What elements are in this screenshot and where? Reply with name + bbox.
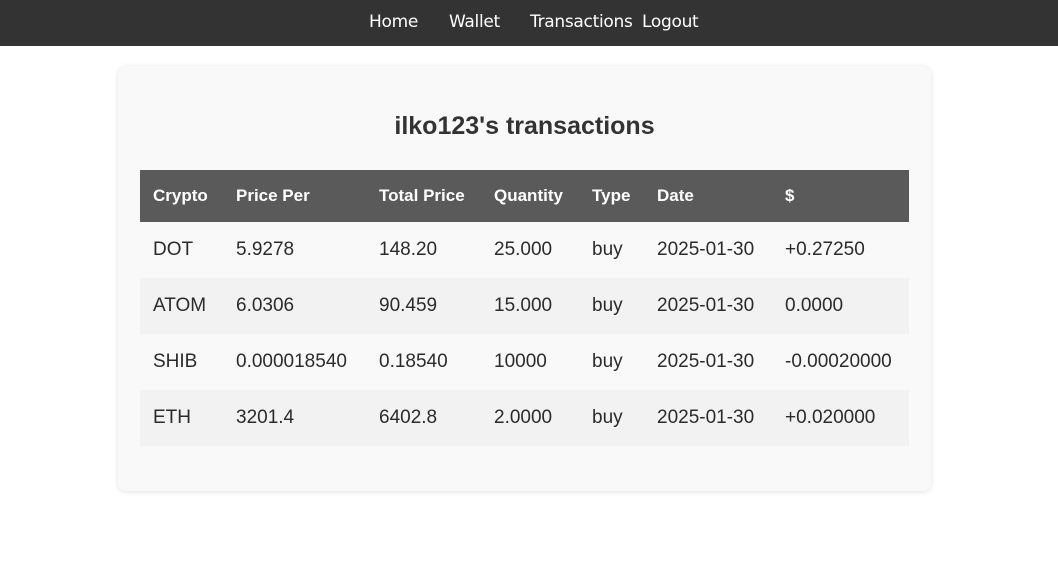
header-type: Type bbox=[592, 186, 631, 205]
cell-dollar: -0.00020000 bbox=[785, 351, 892, 372]
header-crypto: Crypto bbox=[153, 186, 208, 205]
nav-link-home[interactable]: Home bbox=[369, 12, 418, 32]
table-row: DOT 5.9278 148.20 25.000 buy 2025-01-30 … bbox=[140, 222, 909, 278]
cell-price-per: 0.000018540 bbox=[236, 351, 347, 372]
header-quantity: Quantity bbox=[494, 186, 563, 205]
header-date: Date bbox=[657, 186, 694, 205]
cell-quantity: 2.0000 bbox=[494, 407, 553, 428]
table-header-row: Crypto Price Per Total Price Quantity Ty… bbox=[140, 170, 909, 222]
transactions-table: Crypto Price Per Total Price Quantity Ty… bbox=[140, 170, 909, 446]
cell-price-per: 5.9278 bbox=[236, 239, 295, 260]
cell-quantity: 10000 bbox=[494, 351, 547, 372]
cell-date: 2025-01-30 bbox=[657, 351, 755, 372]
nav-link-transactions[interactable]: Transactions bbox=[530, 12, 633, 32]
cell-type: buy bbox=[592, 239, 623, 260]
cell-price-per: 6.0306 bbox=[236, 295, 295, 316]
cell-date: 2025-01-30 bbox=[657, 295, 755, 316]
table-row: ATOM 6.0306 90.459 15.000 buy 2025-01-30… bbox=[140, 278, 909, 334]
header-price-per: Price Per bbox=[236, 186, 310, 205]
cell-quantity: 25.000 bbox=[494, 239, 553, 260]
nav-link-wallet[interactable]: Wallet bbox=[449, 12, 500, 32]
cell-dollar: +0.27250 bbox=[785, 239, 865, 260]
page-title: ilko123's transactions bbox=[394, 112, 655, 140]
cell-total-price: 6402.8 bbox=[379, 407, 438, 428]
cell-price-per: 3201.4 bbox=[236, 407, 295, 428]
cell-date: 2025-01-30 bbox=[657, 239, 755, 260]
nav-link-logout[interactable]: Logout bbox=[642, 12, 699, 32]
cell-type: buy bbox=[592, 351, 623, 372]
cell-dollar: +0.020000 bbox=[785, 407, 876, 428]
cell-crypto: DOT bbox=[153, 239, 194, 260]
table-row: ETH 3201.4 6402.8 2.0000 buy 2025-01-30 … bbox=[140, 390, 909, 446]
cell-crypto: ATOM bbox=[153, 295, 207, 316]
cell-quantity: 15.000 bbox=[494, 295, 553, 316]
transactions-card: ilko123's transactions Crypto Price Per … bbox=[118, 66, 931, 491]
cell-dollar: 0.0000 bbox=[785, 295, 844, 316]
cell-date: 2025-01-30 bbox=[657, 407, 755, 428]
header-total-price: Total Price bbox=[379, 186, 465, 205]
cell-crypto: ETH bbox=[153, 407, 191, 428]
cell-total-price: 0.18540 bbox=[379, 351, 448, 372]
cell-type: buy bbox=[592, 295, 623, 316]
cell-total-price: 148.20 bbox=[379, 239, 438, 260]
cell-total-price: 90.459 bbox=[379, 295, 438, 316]
cell-type: buy bbox=[592, 407, 623, 428]
cell-crypto: SHIB bbox=[153, 351, 198, 372]
table-row: SHIB 0.000018540 0.18540 10000 buy 2025-… bbox=[140, 334, 909, 390]
top-navbar: Home Wallet Transactions Logout bbox=[0, 0, 1058, 46]
header-dollar: $ bbox=[785, 186, 795, 205]
